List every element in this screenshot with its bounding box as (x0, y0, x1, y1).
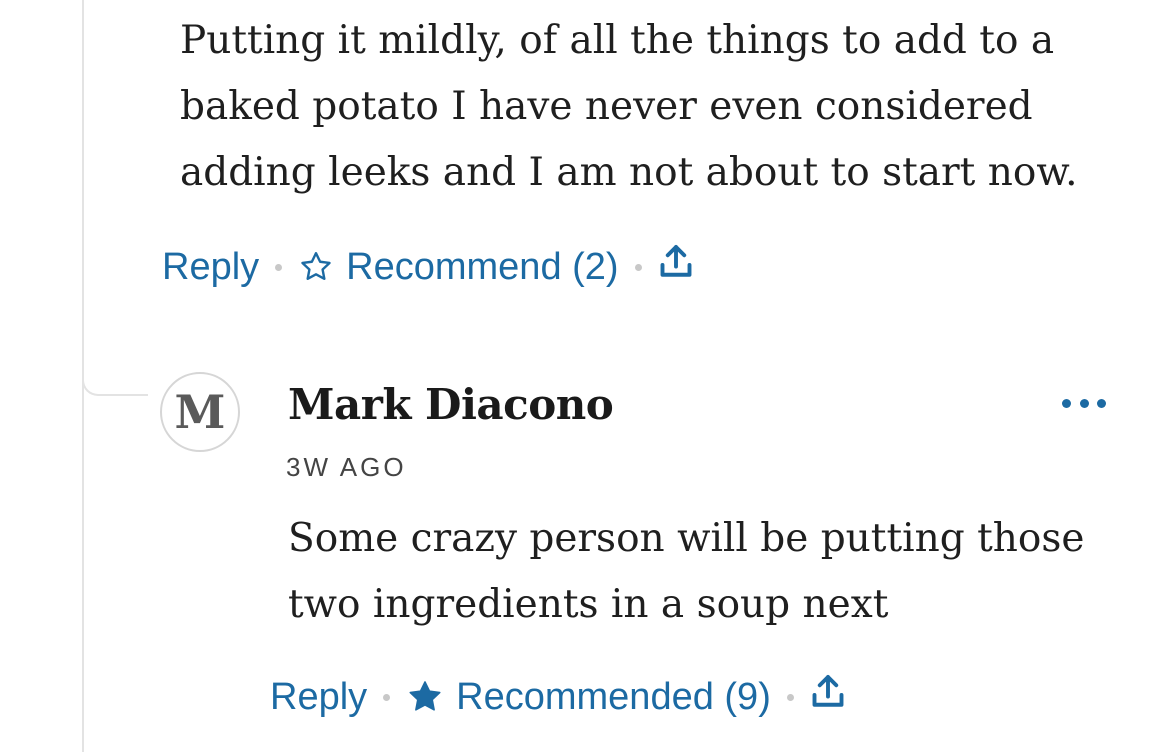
thread-connector (82, 340, 148, 396)
share-icon (658, 242, 694, 292)
reply-comment-actions: Reply Recommended (9) (270, 672, 846, 722)
reply-button[interactable]: Reply (162, 246, 259, 289)
comment-author[interactable]: Mark Diacono (288, 380, 614, 429)
reply-comment-body: Some crazy person will be putting those … (288, 516, 1085, 627)
parent-comment-actions: Reply Recommend (2) (162, 242, 694, 292)
separator-dot (275, 263, 283, 271)
separator-dot (383, 693, 391, 701)
recommended-button[interactable]: Recommended (9) (406, 676, 771, 719)
star-outline-icon (298, 249, 334, 285)
share-button[interactable] (658, 242, 694, 292)
recommend-button[interactable]: Recommend (2) (298, 245, 619, 289)
separator-dot (786, 693, 794, 701)
separator-dot (634, 263, 642, 271)
recommend-label: Recommended (9) (456, 675, 771, 718)
share-button[interactable] (810, 672, 846, 722)
recommend-label: Recommend (2) (346, 245, 619, 288)
star-filled-icon (406, 678, 444, 716)
more-options-icon[interactable] (1062, 388, 1106, 418)
share-icon (810, 672, 846, 722)
reply-button[interactable]: Reply (270, 676, 367, 719)
parent-comment-body: Putting it mildly, of all the things to … (180, 18, 1078, 195)
comment-timestamp: 3W AGO (286, 452, 407, 482)
avatar[interactable]: M (160, 372, 240, 452)
